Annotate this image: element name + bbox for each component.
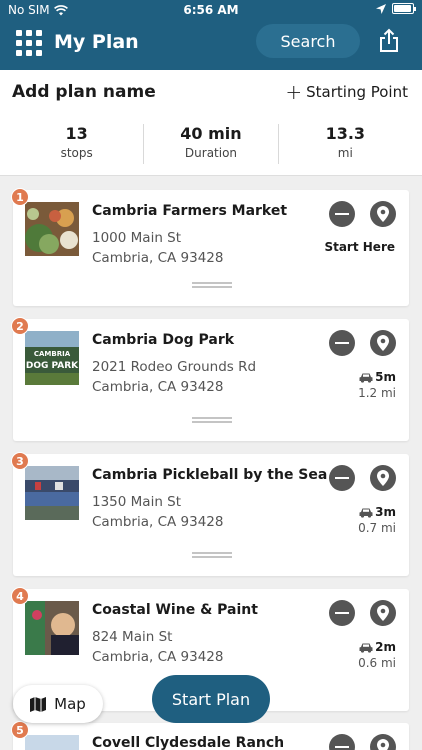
status-time: 6:56 AM: [183, 3, 239, 17]
remove-stop-button[interactable]: [329, 734, 355, 750]
start-plan-button[interactable]: Start Plan: [152, 675, 270, 723]
drive-distance: 0.6 mi: [358, 656, 396, 670]
starting-point-label: Starting Point: [306, 83, 408, 101]
location-arrow-icon: [376, 3, 386, 14]
drive-time: 3m: [359, 505, 396, 519]
stop-name: Cambria Pickleball by the Sea: [92, 467, 328, 483]
page-title: My Plan: [54, 31, 139, 53]
stat-stops: 13 stops: [10, 124, 145, 164]
map-pin-icon[interactable]: [370, 600, 396, 626]
drag-handle[interactable]: [192, 417, 232, 423]
stat-value: 40 min: [180, 124, 242, 143]
stop-name: Cambria Farmers Market: [92, 203, 288, 219]
car-icon: [359, 643, 373, 653]
starting-point-button[interactable]: + Starting Point: [285, 80, 408, 104]
stop-thumbnail: [25, 466, 79, 520]
stat-label: Duration: [184, 146, 238, 160]
remove-stop-button[interactable]: [329, 465, 355, 491]
drag-handle[interactable]: [192, 282, 232, 288]
drive-distance: 0.7 mi: [358, 521, 396, 535]
stop-thumbnail: [25, 601, 79, 655]
battery-icon: [392, 3, 416, 14]
remove-stop-button[interactable]: [329, 600, 355, 626]
stop-number-badge: 4: [11, 587, 29, 605]
drive-time-value: 2m: [375, 640, 396, 654]
map-icon: [30, 696, 47, 712]
map-pin-icon[interactable]: [370, 330, 396, 356]
nav-bar: My Plan Search: [0, 22, 422, 70]
stop-number-badge: 3: [11, 452, 29, 470]
stat-label: mi: [337, 146, 353, 160]
stat-label: stops: [60, 146, 93, 160]
stat-value: 13.3: [325, 124, 366, 143]
drag-handle[interactable]: [192, 552, 232, 558]
stop-thumbnail: [25, 202, 79, 256]
drive-distance: 1.2 mi: [358, 386, 396, 400]
stop-name: Coastal Wine & Paint: [92, 602, 258, 618]
drive-time: 5m: [359, 370, 396, 384]
sign-text-top: CAMBRIA: [34, 350, 71, 358]
drive-time-value: 3m: [375, 505, 396, 519]
stat-distance: 13.3 mi: [279, 124, 412, 164]
stop-address-line2: Cambria, CA 93428: [92, 250, 224, 266]
stop-number-badge: 5: [11, 721, 29, 739]
sign-text-bottom: DOG PARK: [26, 361, 79, 371]
map-pin-icon[interactable]: [370, 734, 396, 750]
stop-thumbnail: CAMBRIA DOG PARK: [25, 331, 79, 385]
remove-stop-button[interactable]: [329, 201, 355, 227]
search-button[interactable]: Search: [256, 24, 360, 58]
stop-card[interactable]: CAMBRIA DOG PARK 2 Cambria Dog Park 2021 …: [11, 317, 409, 441]
map-button[interactable]: Map: [13, 685, 103, 723]
map-pin-icon[interactable]: [370, 465, 396, 491]
map-pin-icon[interactable]: [370, 201, 396, 227]
stop-address-line2: Cambria, CA 93428: [92, 514, 224, 530]
plan-header: Add plan name + Starting Point 13 stops …: [0, 70, 422, 176]
stat-value: 13: [65, 124, 88, 143]
stop-address-line1: 824 Main St: [92, 629, 173, 645]
stop-card[interactable]: 1 Cambria Farmers Market 1000 Main St Ca…: [11, 188, 409, 306]
plus-icon: +: [285, 80, 303, 104]
share-icon[interactable]: [376, 28, 402, 54]
stop-address-line1: 1350 Main St: [92, 494, 182, 510]
stop-name: Covell Clydesdale Ranch: [92, 735, 285, 750]
start-here-label: Start Here: [324, 240, 395, 254]
stop-number-badge: 1: [11, 188, 29, 206]
stop-name: Cambria Dog Park: [92, 332, 235, 348]
remove-stop-button[interactable]: [329, 330, 355, 356]
plan-name-field[interactable]: Add plan name: [12, 82, 156, 102]
stop-address-line1: 2021 Rodeo Grounds Rd: [92, 359, 257, 375]
status-bar: No SIM 6:56 AM: [0, 0, 422, 22]
stat-duration: 40 min Duration: [144, 124, 279, 164]
plan-stats: 13 stops 40 min Duration 13.3 mi: [10, 124, 412, 164]
stop-thumbnail: [25, 735, 79, 750]
grid-menu-icon[interactable]: [16, 30, 42, 56]
drive-time-value: 5m: [375, 370, 396, 384]
car-icon: [359, 373, 373, 383]
stop-address-line1: 1000 Main St: [92, 230, 182, 246]
stop-card[interactable]: 3 Cambria Pickleball by the Sea 1350 Mai…: [11, 452, 409, 576]
stop-address-line2: Cambria, CA 93428: [92, 649, 224, 665]
stop-card[interactable]: 5 Covell Clydesdale Ranch: [11, 721, 409, 750]
car-icon: [359, 508, 373, 518]
map-button-label: Map: [54, 695, 86, 713]
stop-address-line2: Cambria, CA 93428: [92, 379, 224, 395]
drive-time: 2m: [359, 640, 396, 654]
stop-number-badge: 2: [11, 317, 29, 335]
status-right-group: [376, 3, 416, 14]
